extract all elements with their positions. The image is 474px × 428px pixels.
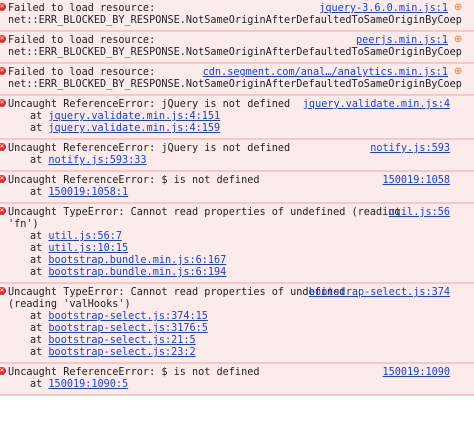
source-link[interactable]: 150019:1090 — [383, 367, 450, 379]
console-message: ✕ Failed to load resource: cdn.segment.c… — [0, 64, 474, 96]
frame-link[interactable]: jquery.validate.min.js:4:151 — [48, 111, 220, 122]
source-link[interactable]: notify.js:593 — [370, 143, 450, 155]
message-detail: net::ERR_BLOCKED_BY_RESPONSE.NotSameOrig… — [8, 79, 462, 90]
error-icon: ✕ — [0, 99, 6, 107]
error-icon: ✕ — [0, 143, 6, 151]
console-message: ✕ Uncaught TypeError: Cannot read proper… — [0, 204, 474, 284]
stack-frame: at util.js:56:7 — [30, 231, 123, 242]
stack-frame: at bootstrap.bundle.min.js:6:194 — [30, 267, 227, 278]
console-message: ✕ Uncaught ReferenceError: jQuery is not… — [0, 140, 474, 172]
frame-link[interactable]: 150019:1090:5 — [48, 379, 128, 390]
console-panel: ✕ Failed to load resource: jquery-3.6.0.… — [0, 0, 474, 396]
stack-frame: at 150019:1090:5 — [30, 379, 129, 390]
frame-link[interactable]: bootstrap.bundle.min.js:6:167 — [48, 255, 226, 266]
frame-link[interactable]: util.js:10:15 — [48, 243, 128, 254]
frame-link[interactable]: bootstrap.bundle.min.js:6:194 — [48, 267, 226, 278]
console-message: ✕ Uncaught ReferenceError: $ is not defi… — [0, 364, 474, 396]
console-message: ✕ Uncaught ReferenceError: jQuery is not… — [0, 96, 474, 140]
stack-frame: at bootstrap.bundle.min.js:6:167 — [30, 255, 227, 266]
error-icon: ✕ — [0, 175, 6, 183]
globe-icon[interactable]: ⊕ — [454, 67, 464, 77]
source-link[interactable]: util.js:56 — [389, 207, 450, 219]
source-link[interactable]: peerjs.min.js:1 — [356, 35, 448, 47]
frame-link[interactable]: bootstrap-select.js:21:5 — [48, 335, 195, 346]
stack-frame: at 150019:1058:1 — [30, 187, 129, 198]
frame-link[interactable]: notify.js:593:33 — [48, 155, 146, 166]
console-message: ✕ Uncaught ReferenceError: $ is not defi… — [0, 172, 474, 204]
source-link[interactable]: jquery.validate.min.js:4 — [303, 99, 450, 111]
error-icon: ✕ — [0, 287, 6, 295]
frame-link[interactable]: bootstrap-select.js:3176:5 — [48, 323, 207, 334]
frame-link[interactable]: bootstrap-select.js:374:15 — [48, 311, 207, 322]
source-link[interactable]: cdn.segment.com/anal…/analytics.min.js:1 — [203, 67, 448, 79]
source-link[interactable]: 150019:1058 — [383, 175, 450, 187]
message-detail: net::ERR_BLOCKED_BY_RESPONSE.NotSameOrig… — [8, 47, 462, 58]
frame-link[interactable]: jquery.validate.min.js:4:159 — [48, 123, 220, 134]
console-message: ✕ Failed to load resource: peerjs.min.js… — [0, 32, 474, 64]
frame-link[interactable]: 150019:1058:1 — [48, 187, 128, 198]
error-icon: ✕ — [0, 207, 6, 215]
stack-frame: at bootstrap-select.js:3176:5 — [30, 323, 208, 334]
globe-icon[interactable]: ⊕ — [454, 3, 464, 13]
stack-frame: at bootstrap-select.js:21:5 — [30, 335, 196, 346]
source-link[interactable]: jquery-3.6.0.min.js:1 — [319, 3, 448, 15]
error-icon: ✕ — [0, 367, 6, 375]
stack-frame: at jquery.validate.min.js:4:151 — [30, 111, 221, 122]
frame-link[interactable]: util.js:56:7 — [48, 231, 122, 242]
error-icon: ✕ — [0, 35, 6, 43]
error-icon: ✕ — [0, 3, 6, 11]
console-message: ✕ Failed to load resource: jquery-3.6.0.… — [0, 0, 474, 32]
stack-frame: at bootstrap-select.js:374:15 — [30, 311, 208, 322]
error-icon: ✕ — [0, 67, 6, 75]
console-message: ✕ Uncaught TypeError: Cannot read proper… — [0, 284, 474, 364]
globe-icon[interactable]: ⊕ — [454, 35, 464, 45]
stack-frame: at util.js:10:15 — [30, 243, 129, 254]
source-link[interactable]: bootstrap-select.js:374 — [309, 287, 450, 299]
stack-frame: at jquery.validate.min.js:4:159 — [30, 123, 221, 134]
stack-frame: at notify.js:593:33 — [30, 155, 147, 166]
stack-frame: at bootstrap-select.js:23:2 — [30, 347, 196, 358]
frame-link[interactable]: bootstrap-select.js:23:2 — [48, 347, 195, 358]
message-text-continued: 'fn') — [8, 219, 39, 230]
message-detail: net::ERR_BLOCKED_BY_RESPONSE.NotSameOrig… — [8, 15, 462, 26]
message-text-continued: (reading 'valHooks') — [8, 299, 131, 310]
